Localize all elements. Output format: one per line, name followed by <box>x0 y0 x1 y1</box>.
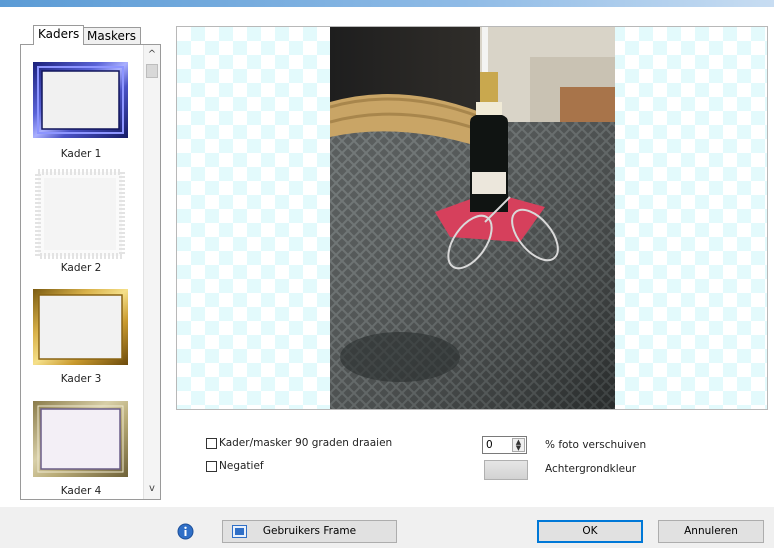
scroll-thumb[interactable] <box>146 64 158 78</box>
photo-shift-stepper[interactable]: 0 ▲ ▼ <box>482 436 527 454</box>
frame-list[interactable]: Kader 1 Kader 2 Kader 3 Kader 4 ^ v <box>20 44 161 500</box>
tab-maskers[interactable]: Maskers <box>82 27 142 44</box>
photo-shift-label: % foto verschuiven <box>545 439 647 451</box>
frame-list-scrollbar[interactable]: ^ v <box>143 45 160 499</box>
frame-silver-image <box>33 401 128 477</box>
frame-thumbnail-1[interactable] <box>33 62 128 138</box>
ok-button[interactable]: OK <box>537 520 643 543</box>
spin-arrows-icon[interactable]: ▲ ▼ <box>512 438 525 452</box>
user-frame-button[interactable]: Gebruikers Frame <box>222 520 397 543</box>
frame-thumbnail-3[interactable] <box>33 289 128 365</box>
frame-blue-image <box>33 62 128 138</box>
photo-image <box>330 27 615 409</box>
cancel-button[interactable]: Annuleren <box>658 520 764 543</box>
negative-checkbox[interactable] <box>206 461 217 472</box>
tab-kaders[interactable]: Kaders <box>33 25 85 45</box>
background-color-label: Achtergrondkleur <box>545 463 637 475</box>
frame-label-4: Kader 4 <box>60 485 102 497</box>
scroll-up-arrow-icon[interactable]: ^ <box>144 47 160 63</box>
dialog-button-bar: Gebruikers Frame OK Annuleren <box>0 507 774 548</box>
user-frame-label: Gebruikers Frame <box>262 525 357 537</box>
frame-thumbnail-4[interactable] <box>33 401 128 477</box>
frame-thumbnail-2[interactable] <box>33 169 128 259</box>
frame-white-image <box>35 169 125 259</box>
window-icon <box>232 525 247 538</box>
negative-label: Negatief <box>219 460 264 472</box>
background-color-button[interactable] <box>484 460 528 480</box>
info-icon[interactable] <box>177 523 194 540</box>
photo-shift-value[interactable]: 0 <box>486 439 493 451</box>
title-accent-strip <box>0 0 774 7</box>
scroll-down-arrow-icon[interactable]: v <box>144 481 160 497</box>
frame-label-1: Kader 1 <box>60 148 102 160</box>
rotate-checkbox[interactable] <box>206 438 217 449</box>
frame-label-2: Kader 2 <box>60 262 102 274</box>
preview-canvas <box>176 26 768 410</box>
preview-photo <box>330 27 615 409</box>
frame-label-3: Kader 3 <box>60 373 102 385</box>
rotate-label: Kader/masker 90 graden draaien <box>219 437 393 449</box>
frame-gold-image <box>33 289 128 365</box>
